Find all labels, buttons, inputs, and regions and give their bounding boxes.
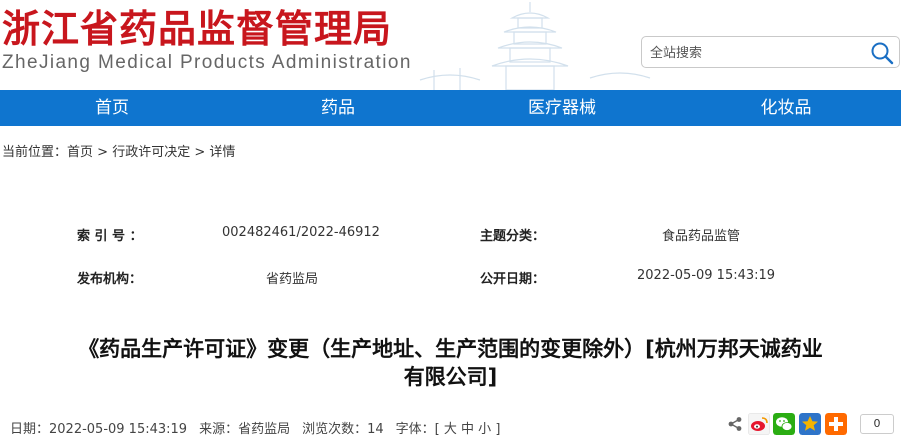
wechat-share-icon[interactable]	[773, 413, 795, 435]
nav-item-home[interactable]: 首页	[62, 90, 162, 126]
article-title-line1: 《药品生产许可证》变更（生产地址、生产范围的变更除外）[杭州万邦天诚药业	[78, 337, 823, 361]
topic-category-value: 食品药品监管	[662, 229, 741, 244]
search-icon	[871, 42, 894, 65]
breadcrumb-section-link[interactable]: 行政许可决定	[112, 145, 190, 160]
index-number-label: 索 引 号 ：	[77, 229, 143, 244]
search-input[interactable]	[650, 43, 865, 63]
search-box	[641, 36, 900, 68]
more-share-icon[interactable]	[825, 413, 847, 435]
font-small-button[interactable]: 小	[478, 422, 491, 437]
font-medium-button[interactable]: 中	[461, 422, 474, 437]
breadcrumb: 当前位置：首页 > 行政许可决定 > 详情	[2, 141, 235, 160]
breadcrumb-separator: >	[93, 145, 113, 160]
article-title-line2: 有限公司]	[403, 365, 498, 389]
publishing-org-value: 省药监局	[266, 272, 319, 287]
publish-date-label: 公开日期：	[480, 272, 546, 287]
breadcrumb-home-link[interactable]: 首页	[67, 145, 93, 160]
topic-category-label: 主题分类：	[480, 229, 546, 244]
qzone-share-icon[interactable]	[799, 413, 821, 435]
share-count: 0	[860, 414, 894, 434]
breadcrumb-prefix: 当前位置：	[2, 145, 68, 160]
weibo-share-icon[interactable]	[748, 413, 770, 435]
article-source: 来源：省药监局	[199, 422, 291, 437]
index-number-value: 002482461/2022-46912	[222, 225, 380, 240]
article-title: 《药品生产许可证》变更（生产地址、生产范围的变更除外）[杭州万邦天诚药业 有限公…	[0, 335, 901, 391]
site-subtitle: ZheJiang Medical Products Administration	[2, 52, 412, 73]
pagoda-watermark-icon	[419, 2, 651, 90]
publishing-org-label: 发布机构：	[77, 272, 143, 287]
breadcrumb-current: 详情	[209, 145, 236, 160]
publish-date-value: 2022-05-09 15:43:19	[637, 268, 776, 283]
share-icon[interactable]	[727, 416, 743, 432]
article-date: 日期：2022-05-09 15:43:19	[10, 422, 188, 437]
article-info-bar: 日期：2022-05-09 15:43:19 来源：省药监局 浏览次数：14 字体：[…	[10, 418, 500, 437]
article-view-count: 浏览次数：14	[302, 422, 384, 437]
font-size-suffix: ]	[495, 422, 501, 437]
font-size-prefix: 字体：[	[395, 422, 440, 437]
main-nav: 首页 药品 医疗器械 化妆品	[0, 90, 901, 126]
nav-item-medical-devices[interactable]: 医疗器械	[502, 90, 622, 126]
font-large-button[interactable]: 大	[444, 422, 457, 437]
search-button[interactable]	[869, 40, 895, 66]
site-header: 浙江省药品监督管理局 ZheJiang Medical Products Adm…	[0, 0, 901, 90]
nav-item-drugs[interactable]: 药品	[288, 90, 388, 126]
nav-item-cosmetics[interactable]: 化妆品	[736, 90, 836, 126]
breadcrumb-separator: >	[190, 145, 210, 160]
site-title: 浙江省药品监督管理局	[2, 6, 393, 51]
